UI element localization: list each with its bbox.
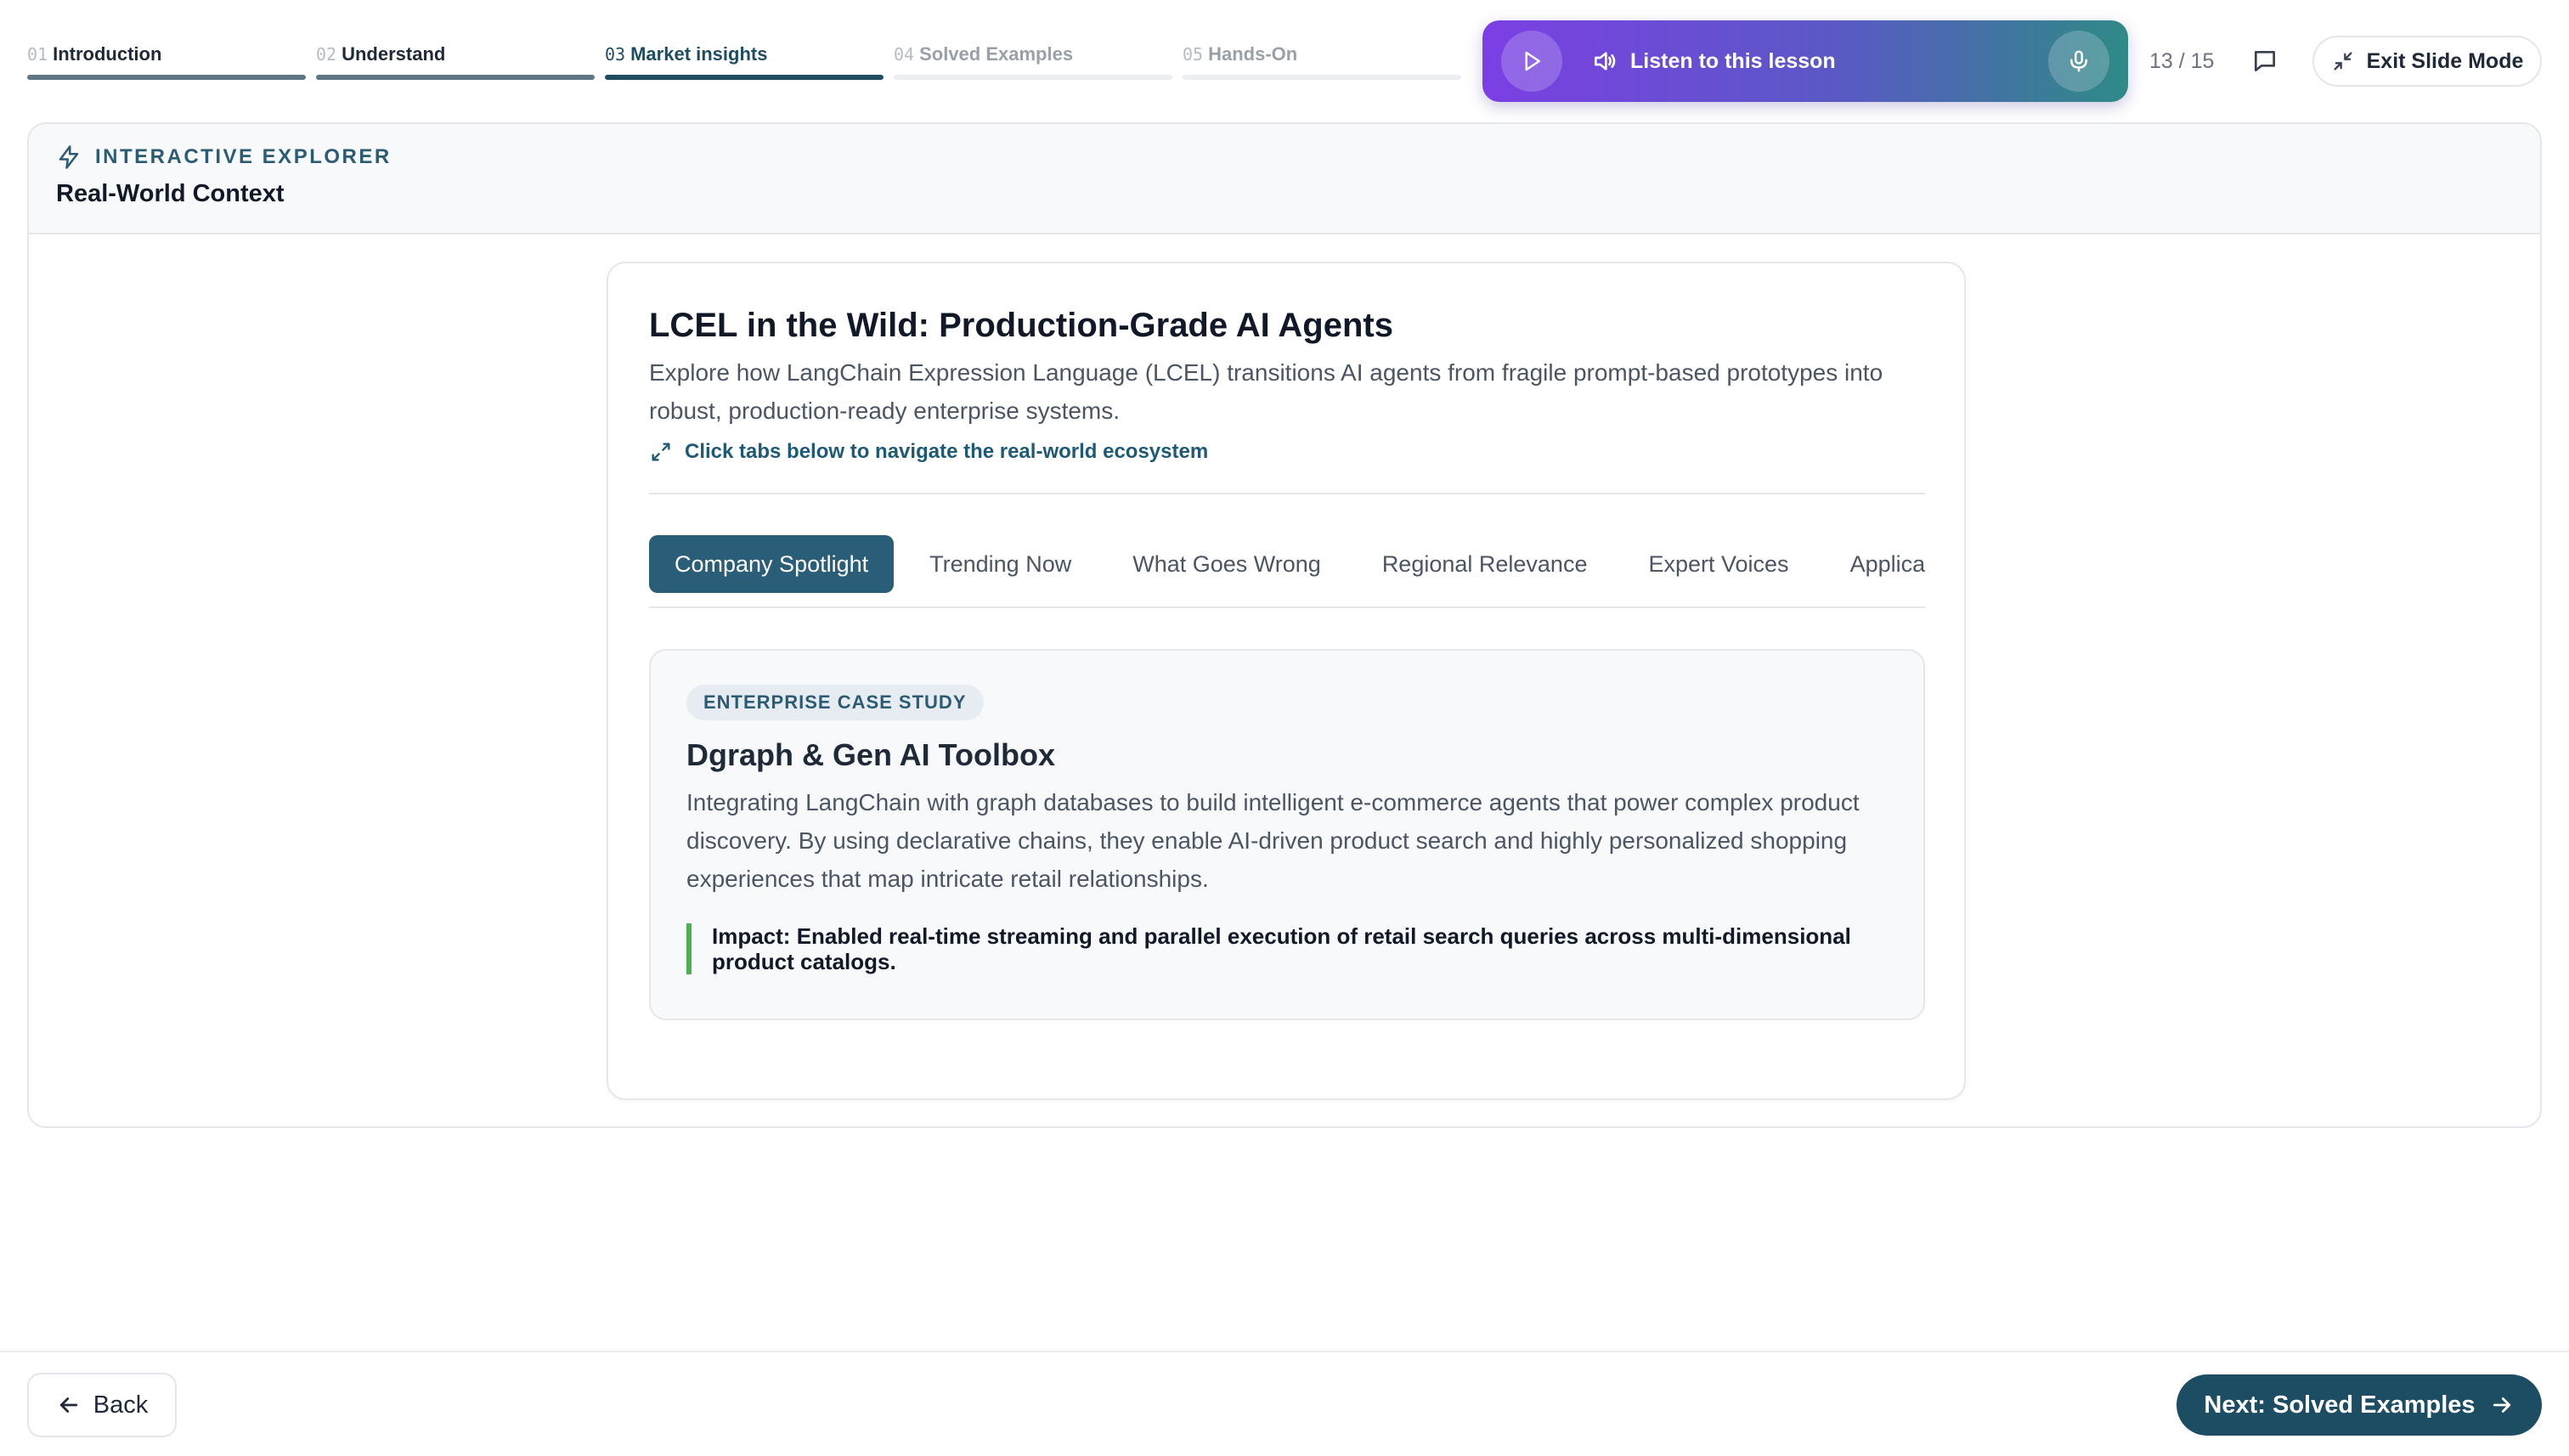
step-label: Solved Examples (919, 43, 1074, 65)
listen-label: Listen to this lesson (1630, 48, 1836, 73)
step-label: Understand (342, 43, 446, 65)
case-title: Dgraph & Gen AI Toolbox (686, 737, 1055, 772)
lesson-steps: 01 Introduction 02 Understand 03 Market … (27, 42, 1461, 80)
next-label: Next: Solved Examples (2204, 1391, 2476, 1419)
tab-divider (649, 607, 1925, 608)
step-number: 02 (316, 44, 337, 65)
step-solved-examples[interactable]: 04 Solved Examples (894, 42, 1172, 80)
case-study-badge: ENTERPRISE CASE STUDY (686, 685, 984, 720)
navigation-hint: Click tabs below to navigate the real-wo… (649, 440, 1925, 464)
tab-company-spotlight[interactable]: Company Spotlight (649, 535, 895, 593)
divider (649, 493, 1925, 494)
tab-trending-now[interactable]: Trending Now (904, 535, 1097, 593)
step-label: Hands-On (1208, 43, 1298, 65)
back-label: Back (93, 1391, 149, 1419)
company-spotlight-panel: ENTERPRISE CASE STUDY Dgraph & Gen AI To… (649, 649, 1925, 1020)
play-icon (1525, 51, 1540, 71)
back-button[interactable]: Back (27, 1373, 177, 1437)
step-progress-bar (605, 75, 884, 80)
microphone-button[interactable] (2048, 31, 2109, 92)
explorer-title: Real-World Context (56, 180, 285, 207)
step-hands-on[interactable]: 05 Hands-On (1183, 42, 1461, 80)
slide-counter: 13 / 15 (2149, 49, 2215, 73)
impact-callout: Impact: Enabled real-time streaming and … (686, 923, 1893, 974)
microphone-icon (2070, 50, 2087, 72)
top-bar: 01 Introduction 02 Understand 03 Market … (0, 0, 2569, 110)
tab-expert-voices[interactable]: Expert Voices (1623, 535, 1814, 593)
explorer-header: INTERACTIVE EXPLORER Real-World Context (29, 124, 2540, 234)
lightning-icon (59, 145, 79, 169)
step-label: Introduction (53, 43, 162, 65)
play-button[interactable] (1501, 31, 1562, 92)
step-number: 04 (894, 44, 915, 65)
step-number: 05 (1183, 44, 1204, 65)
step-progress-bar (27, 75, 306, 80)
card-description: Explore how LangChain Expression Languag… (649, 359, 1883, 424)
step-label: Market insights (630, 43, 768, 65)
step-number: 03 (605, 44, 626, 65)
step-progress-bar (316, 75, 595, 80)
step-progress-bar (894, 75, 1172, 80)
hint-text: Click tabs below to navigate the real-wo… (685, 440, 1209, 463)
impact-label: Impact: (712, 923, 791, 949)
step-understand[interactable]: 02 Understand (316, 42, 595, 80)
step-number: 01 (27, 44, 48, 65)
step-progress-bar (1183, 75, 1461, 80)
comment-icon (2255, 51, 2275, 71)
speaker-icon (1591, 48, 1618, 75)
arrow-right-icon (2493, 1397, 2510, 1413)
card-title: LCEL in the Wild: Production-Grade AI Ag… (649, 307, 1393, 344)
minimize-icon (2334, 52, 2352, 71)
expand-icon (652, 443, 670, 461)
step-introduction[interactable]: 01 Introduction (27, 42, 306, 80)
explorer-frame: INTERACTIVE EXPLORER Real-World Context … (27, 122, 2542, 1128)
case-description: Integrating LangChain with graph databas… (686, 789, 1860, 892)
explorer-kicker: INTERACTIVE EXPLORER (95, 145, 392, 168)
impact-text: Enabled real-time streaming and parallel… (712, 923, 1851, 974)
content-card: LCEL in the Wild: Production-Grade AI Ag… (607, 262, 1966, 1100)
exit-label: Exit Slide Mode (2366, 48, 2524, 73)
arrow-left-icon (59, 1397, 77, 1413)
tab-bar: Company Spotlight Trending Now What Goes… (649, 535, 1925, 593)
step-market-insights[interactable]: 03 Market insights (605, 42, 884, 80)
tab-what-goes-wrong[interactable]: What Goes Wrong (1107, 535, 1347, 593)
next-button[interactable]: Next: Solved Examples (2177, 1374, 2542, 1436)
tab-regional-relevance[interactable]: Regional Relevance (1357, 535, 1613, 593)
exit-slide-mode-button[interactable]: Exit Slide Mode (2312, 36, 2542, 87)
tab-applications[interactable]: Applications (1825, 535, 1925, 593)
footer-nav: Back Next: Solved Examples (0, 1351, 2569, 1456)
comment-button[interactable] (2246, 42, 2284, 80)
audio-lesson-bar: Listen to this lesson (1482, 20, 2128, 102)
